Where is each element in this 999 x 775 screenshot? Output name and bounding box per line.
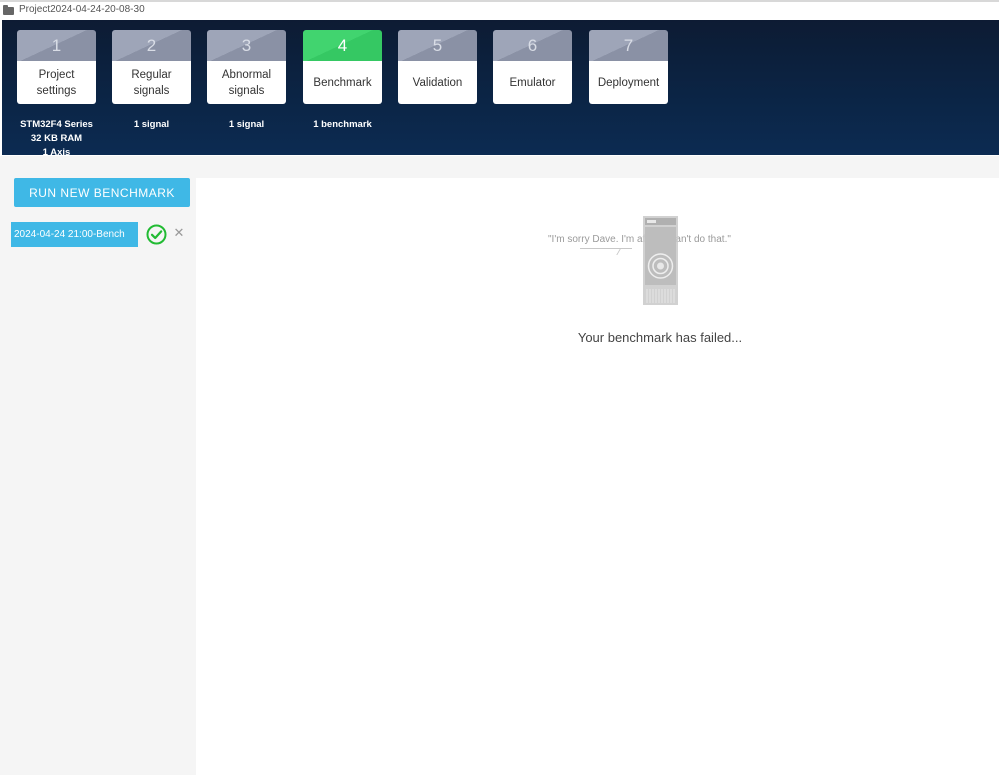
step-benchmark[interactable]: 4 Benchmark 1 benchmark <box>303 30 382 130</box>
step-number: 4 <box>303 30 382 61</box>
step-number: 7 <box>589 30 668 61</box>
step-deployment[interactable]: 7 Deployment <box>589 30 668 104</box>
step-label: Deployment <box>589 61 668 104</box>
step-navigation-bar: 1 Project settings STM32F4 Series 32 KB … <box>2 20 999 158</box>
step-regular-signals[interactable]: 2 Regular signals 1 signal <box>112 30 191 130</box>
hal-9000-icon <box>643 216 678 305</box>
check-circle-icon <box>146 224 167 245</box>
run-new-benchmark-button[interactable]: RUN NEW BENCHMARK <box>14 178 190 207</box>
step-project-settings[interactable]: 1 Project settings STM32F4 Series 32 KB … <box>17 30 96 158</box>
step-number: 6 <box>493 30 572 61</box>
step-label: Validation <box>398 61 477 104</box>
close-icon[interactable]: ✕ <box>173 226 185 241</box>
folder-icon <box>3 5 14 15</box>
step-number: 5 <box>398 30 477 61</box>
step-abnormal-signals[interactable]: 3 Abnormal signals 1 signal <box>207 30 286 130</box>
step-summary: 1 benchmark <box>313 119 372 130</box>
step-validation[interactable]: 5 Validation <box>398 30 477 104</box>
step-number: 3 <box>207 30 286 61</box>
benchmark-result-panel <box>196 178 999 775</box>
step-label: Benchmark <box>303 61 382 104</box>
content-top-strip <box>0 156 999 178</box>
benchmark-failed-message: Your benchmark has failed... <box>577 330 743 345</box>
benchmark-list-item[interactable]: 2024-04-24 21:00-Bench <box>11 222 138 247</box>
step-emulator[interactable]: 6 Emulator <box>493 30 572 104</box>
step-label: Project settings <box>17 61 96 104</box>
hal-quote: "I'm sorry Dave. I'm afraid I can't do t… <box>548 234 731 245</box>
step-number: 1 <box>17 30 96 61</box>
step-label: Emulator <box>493 61 572 104</box>
window-titlebar: Project2024-04-24-20-08-30 <box>0 0 999 19</box>
benchmark-sidebar: RUN NEW BENCHMARK 2024-04-24 21:00-Bench… <box>0 178 196 775</box>
window-title: Project2024-04-24-20-08-30 <box>19 4 145 15</box>
step-number: 2 <box>112 30 191 61</box>
step-label: Regular signals <box>112 61 191 104</box>
step-label: Abnormal signals <box>207 61 286 104</box>
